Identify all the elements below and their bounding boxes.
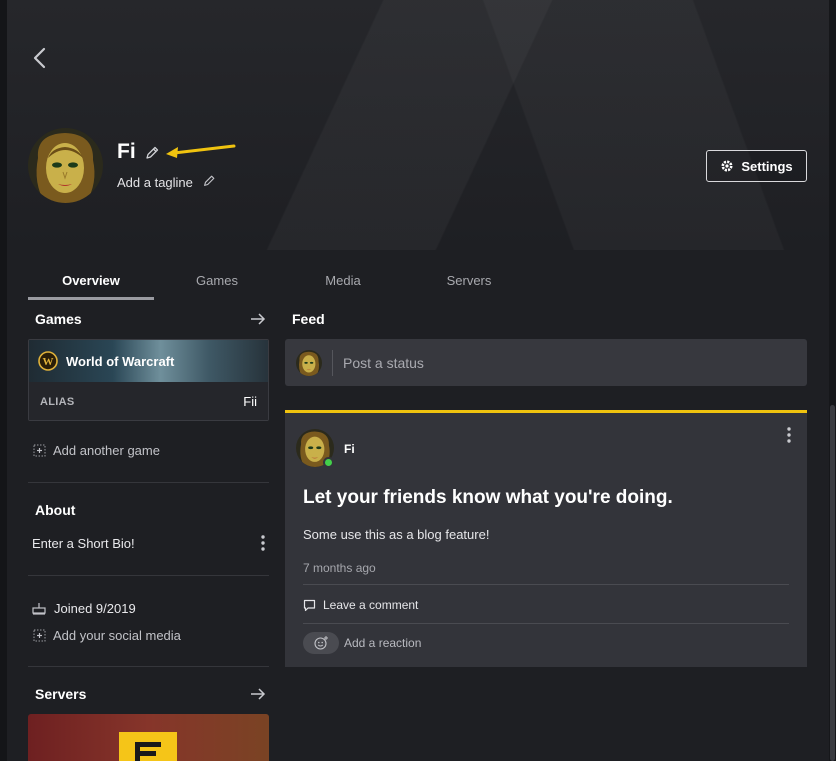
arrow-right-icon <box>251 688 266 700</box>
settings-button[interactable]: Settings <box>706 150 807 182</box>
leave-comment-button[interactable]: Leave a comment <box>303 598 418 612</box>
emoji-add-icon <box>314 636 328 650</box>
tab-overview[interactable]: Overview <box>28 266 154 300</box>
online-status-indicator <box>323 457 334 468</box>
edit-name-button[interactable] <box>144 145 160 161</box>
divider <box>28 575 269 576</box>
divider <box>303 623 789 624</box>
card-headline: Let your friends know what you're doing. <box>303 487 673 508</box>
settings-label: Settings <box>741 158 793 174</box>
feed-title: Feed <box>292 311 325 327</box>
tab-games[interactable]: Games <box>154 266 280 300</box>
card-menu-button[interactable] <box>783 426 795 444</box>
pencil-icon <box>146 146 159 159</box>
profile-avatar[interactable] <box>28 128 103 203</box>
gear-icon <box>721 160 733 172</box>
reaction-pill <box>303 632 339 654</box>
wow-logo-icon: W <box>38 351 58 371</box>
servers-section-title: Servers <box>35 686 87 702</box>
profile-hero-background <box>7 0 829 250</box>
plus-square-icon <box>33 629 46 642</box>
alias-value: Fii <box>243 394 257 409</box>
server-logo <box>119 732 177 761</box>
feed-card: Fi Let your friends know what you're doi… <box>285 410 807 667</box>
short-bio-placeholder[interactable]: Enter a Short Bio! <box>32 536 135 551</box>
add-reaction-label: Add a reaction <box>344 636 422 650</box>
avatar <box>296 349 322 376</box>
avatar-portrait <box>28 128 103 203</box>
post-placeholder: Post a status <box>343 354 424 371</box>
profile-name: Fi <box>117 140 136 163</box>
pencil-icon <box>204 175 215 186</box>
tab-media[interactable]: Media <box>280 266 406 300</box>
add-reaction-button[interactable]: Add a reaction <box>303 632 421 654</box>
games-section-title: Games <box>35 311 82 327</box>
server-card[interactable] <box>28 714 269 761</box>
game-name: World of Warcraft <box>66 353 175 369</box>
add-game-label: Add another game <box>53 443 160 458</box>
tab-servers[interactable]: Servers <box>406 266 532 300</box>
window-edge-left <box>0 0 7 761</box>
profile-tabs: Overview Games Media Servers <box>28 266 532 300</box>
servers-arrow-button[interactable] <box>249 685 267 703</box>
chevron-left-icon <box>33 47 46 69</box>
alias-label: ALIAS <box>40 395 75 408</box>
add-game-button[interactable]: Add another game <box>33 443 160 458</box>
leave-comment-label: Leave a comment <box>323 598 419 612</box>
server-logo-glyph <box>135 742 161 761</box>
comment-icon <box>303 599 316 611</box>
post-status-input[interactable]: Post a status <box>285 339 807 386</box>
annotation-arrow <box>166 144 236 158</box>
game-banner[interactable]: W World of Warcraft <box>29 340 268 382</box>
divider <box>303 584 789 585</box>
separator <box>332 349 333 376</box>
plus-square-icon <box>33 444 46 457</box>
add-social-button[interactable]: Add your social media <box>33 628 181 643</box>
svg-text:W: W <box>43 356 54 368</box>
joined-row: Joined 9/2019 <box>32 601 136 616</box>
games-arrow-button[interactable] <box>249 310 267 328</box>
kebab-icon <box>787 427 791 443</box>
divider <box>28 666 269 667</box>
alias-row: ALIAS Fii <box>29 382 268 420</box>
add-social-label: Add your social media <box>53 628 181 643</box>
game-card[interactable]: W World of Warcraft ALIAS Fii <box>28 339 269 421</box>
card-author-name[interactable]: Fi <box>344 442 355 456</box>
kebab-icon <box>261 535 265 551</box>
edit-tagline-button[interactable] <box>202 174 216 188</box>
about-menu-button[interactable] <box>257 534 269 552</box>
tagline-link[interactable]: Add a tagline <box>117 175 193 190</box>
arrow-right-icon <box>251 313 266 325</box>
calendar-icon <box>32 603 46 615</box>
back-button[interactable] <box>28 44 52 72</box>
card-timestamp: 7 months ago <box>303 561 376 575</box>
scrollbar-thumb[interactable] <box>830 405 835 761</box>
about-section-title: About <box>35 502 76 518</box>
card-body: Some use this as a blog feature! <box>303 527 490 542</box>
divider <box>28 482 269 483</box>
joined-date: Joined 9/2019 <box>54 601 136 616</box>
